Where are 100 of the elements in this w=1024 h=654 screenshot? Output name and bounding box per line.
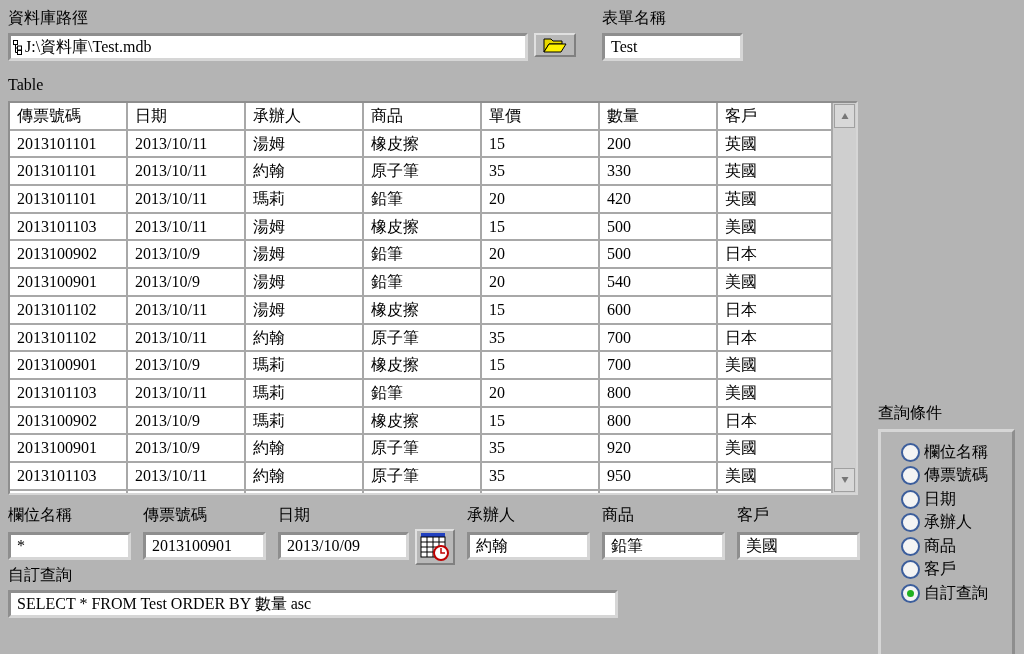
table-cell: 原子筆 [364,462,482,489]
radio-option[interactable]: 客戶 [901,559,956,580]
table-cell: 瑪莉 [246,186,364,212]
table-cell: 2013101101 [10,158,128,185]
table-cell: 20 [482,241,600,268]
column-header: 數量 [600,103,718,129]
path-icon [13,39,22,55]
radio-button[interactable] [901,466,920,486]
table-cell: 15 [482,352,600,378]
path-field[interactable]: J:\資料庫\Test.mdb [8,33,528,61]
table-cell: 橡皮擦 [364,130,482,157]
table-cell: 2013101103 [10,462,128,489]
column-header: 承辦人 [246,103,364,129]
table-cell: 800 [600,379,718,406]
table-cell: 2013/10/11 [128,186,246,212]
field-label: 表單名稱 [602,8,666,28]
option-label: 欄位名稱 [924,441,988,462]
table-cell: 2013/10/11 [128,324,246,351]
table-cell: 約翰 [246,435,364,461]
table-cell: 35 [482,324,600,351]
option-label: 自訂查詢 [924,582,988,603]
radio-button[interactable] [901,560,920,580]
scroll-up-button[interactable] [834,104,855,128]
table-cell: 2013101102 [10,324,128,351]
table-cell: 2013/10/11 [128,379,246,406]
input-field[interactable]: 2013/10/09 [278,532,409,560]
radio-button[interactable] [901,583,920,603]
table-cell: 瑪莉 [246,352,364,378]
option-label: 日期 [924,488,956,509]
table-cell: 15 [482,213,600,240]
field-label: 商品 [602,505,634,525]
table-cell: 2013100902 [10,407,128,434]
radio-button[interactable] [901,536,920,556]
scrollbar[interactable] [833,103,856,493]
table-cell: 原子筆 [364,158,482,185]
table-cell: 330 [600,158,718,185]
option-label: 傳票號碼 [924,465,988,486]
form-name-field[interactable]: Test [602,33,743,61]
input-field[interactable]: 約翰 [467,532,590,560]
radio-option[interactable]: 欄位名稱 [901,442,988,463]
table-cell: 瑪莉 [246,379,364,406]
table-cell: 2013/10/11 [128,213,246,240]
table-cell: 420 [600,186,718,212]
down-arrow-icon [840,476,849,484]
table-cell: 湯姆 [246,130,364,157]
table-cell: 35 [482,435,600,461]
table-cell: 瑪莉 [246,407,364,434]
calendar-button[interactable] [415,529,455,565]
table-label: Table [8,75,44,95]
table-cell: 橡皮擦 [364,407,482,434]
input-field[interactable]: 美國 [737,532,860,560]
field-label: 資料庫路徑 [8,8,88,28]
browse-button[interactable] [534,33,576,57]
field-label: 自訂查詢 [8,565,72,585]
radio-button[interactable] [901,442,920,462]
table-cell: 35 [482,462,600,489]
calendar-clock-icon [420,532,450,562]
table-cell: 500 [600,213,718,240]
table-cell: 約翰 [246,462,364,489]
table-cell: 800 [600,407,718,434]
table-cell: 湯姆 [246,269,364,295]
table-cell: 2013101101 [10,186,128,212]
input-field[interactable]: * [8,532,131,560]
column-header: 商品 [364,103,482,129]
table-cell: 500 [600,241,718,268]
table-cell: 200 [600,130,718,157]
table-cell: 20 [482,186,600,212]
table-cell: 原子筆 [364,435,482,461]
table-cell: 鉛筆 [364,241,482,268]
radio-option[interactable]: 承辦人 [901,512,972,533]
table-cell: 2013/10/11 [128,296,246,323]
table-cell: 湯姆 [246,241,364,268]
radio-button[interactable] [901,489,920,509]
table-cell: 2013100901 [10,352,128,378]
table-cell: 2013101102 [10,296,128,323]
radio-button[interactable] [901,513,920,533]
field-label: 客戶 [737,505,769,525]
table-cell: 2013/10/9 [128,435,246,461]
table-cell: 2013100901 [10,435,128,461]
table-cell: 2013/10/9 [128,269,246,295]
table-cell: 2013/10/9 [128,352,246,378]
table-cell: 湯姆 [246,296,364,323]
up-arrow-icon [840,112,849,120]
query-field[interactable]: SELECT * FROM Test ORDER BY 數量 asc [8,590,618,618]
radio-option[interactable]: 商品 [901,536,956,557]
radio-option[interactable]: 傳票號碼 [901,465,988,486]
radio-option[interactable]: 日期 [901,489,956,510]
table-cell: 540 [600,269,718,295]
input-field[interactable]: 2013100901 [143,532,266,560]
table-cell: 約翰 [246,324,364,351]
table-cell: 湯姆 [246,213,364,240]
input-field[interactable]: 鉛筆 [602,532,725,560]
radio-option[interactable]: 自訂查詢 [901,583,988,604]
table-cell: 600 [600,296,718,323]
table-cell: 橡皮擦 [364,296,482,323]
scroll-down-button[interactable] [834,468,855,492]
table-cell: 2013101103 [10,379,128,406]
table-cell: 2013101103 [10,213,128,240]
column-header: 傳票號碼 [10,103,128,129]
table-cell: 15 [482,130,600,157]
